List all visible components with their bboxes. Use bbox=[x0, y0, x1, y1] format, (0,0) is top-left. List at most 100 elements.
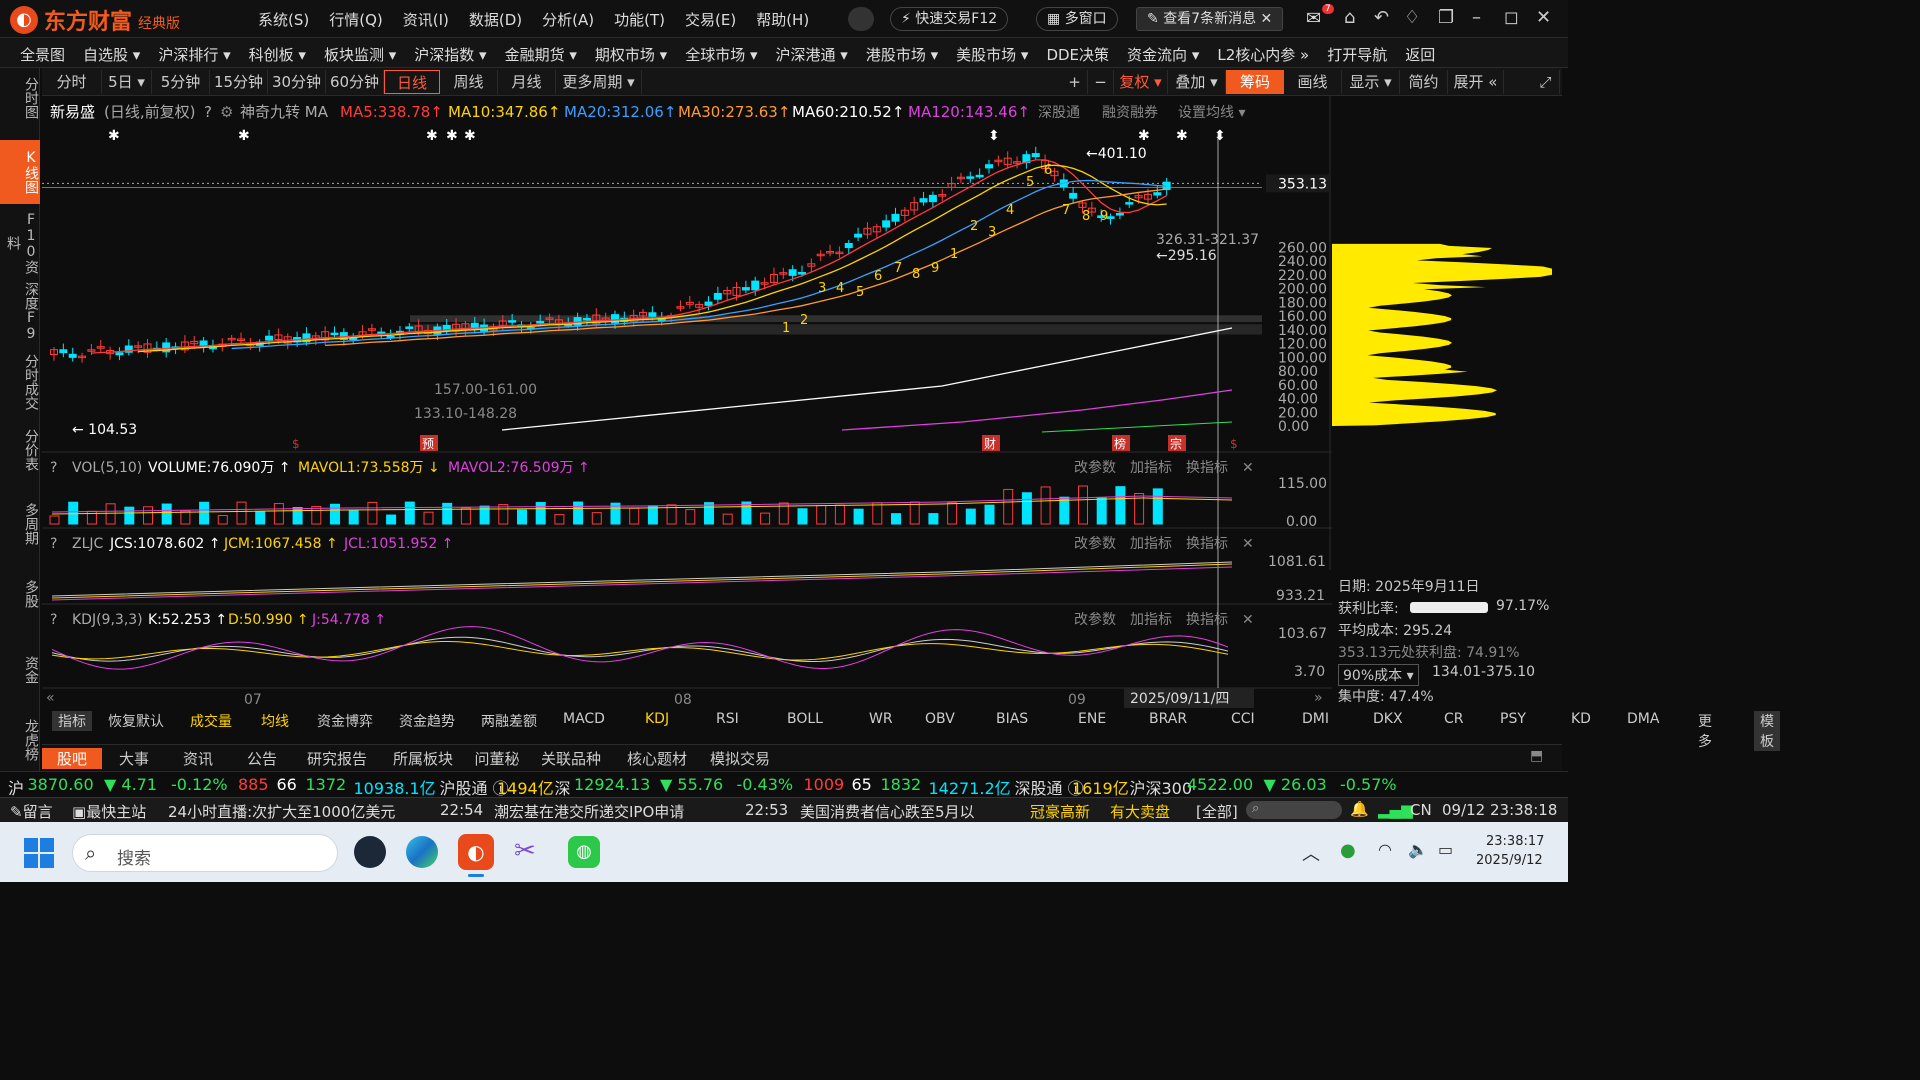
top-menu-item[interactable]: 分析(A) bbox=[542, 9, 594, 30]
indicator-tab[interactable]: OBV bbox=[925, 711, 955, 727]
indicator-tab[interactable]: 模板 bbox=[1754, 711, 1780, 751]
scroll-left-icon[interactable]: « bbox=[46, 690, 55, 706]
indicator-tab[interactable]: RSI bbox=[716, 711, 739, 727]
panel-action-link[interactable]: 改参数 bbox=[1074, 611, 1116, 628]
indicator-tab[interactable]: 指标 bbox=[52, 711, 92, 731]
event-marker[interactable]: 预 bbox=[420, 435, 438, 451]
snipping-tool-icon[interactable]: ✂ bbox=[514, 836, 546, 868]
bell-icon[interactable]: 🔔 bbox=[1350, 800, 1369, 818]
indicator-tab[interactable]: 资金博弈 bbox=[317, 711, 373, 731]
top-menu-item[interactable]: 交易(E) bbox=[685, 9, 736, 30]
taskbar-search-input[interactable]: ⌕ 搜索 bbox=[72, 834, 338, 872]
nav-item[interactable]: 返回 bbox=[1405, 44, 1435, 65]
panel-action-link[interactable]: 换指标 bbox=[1186, 611, 1228, 628]
dollar-marker[interactable]: $ bbox=[292, 437, 300, 451]
robot-icon[interactable] bbox=[848, 7, 874, 31]
indicator-tab[interactable]: CCI bbox=[1231, 711, 1255, 727]
news-tab[interactable]: 问董秘 bbox=[466, 748, 528, 769]
sidebar-tab[interactable]: 分时成交 bbox=[0, 350, 40, 414]
nav-item[interactable]: 板块监测 ▾ bbox=[324, 44, 396, 65]
news-tab[interactable]: 公告 bbox=[230, 748, 294, 769]
indicator-tab[interactable]: 成交量 bbox=[190, 711, 232, 731]
period-button[interactable]: 30分钟 bbox=[268, 70, 326, 94]
news-tab[interactable]: 核心题材 bbox=[614, 748, 700, 769]
panel-action-link[interactable]: 换指标 bbox=[1186, 459, 1228, 476]
news-tab[interactable]: 关联品种 bbox=[528, 748, 614, 769]
sidebar-tab[interactable]: 分价表 bbox=[0, 420, 40, 480]
message-link[interactable]: ✎留言 bbox=[10, 801, 53, 822]
maximize-icon[interactable]: ◻ bbox=[1504, 7, 1519, 28]
indicator-tab[interactable]: BRAR bbox=[1149, 711, 1187, 727]
tray-app-icon[interactable]: ● bbox=[1340, 840, 1356, 861]
chart-area[interactable]: 新易盛 (日线,前复权)? ⚙ 神奇九转 MA MA5:338.78↑ MA10:347.… bbox=[42, 96, 1550, 710]
news-tab[interactable]: 大事 bbox=[102, 748, 166, 769]
news-tab[interactable]: 研究报告 bbox=[294, 748, 380, 769]
nav-item[interactable]: 科创板 ▾ bbox=[249, 44, 306, 65]
close-icon[interactable]: ✕ bbox=[1536, 7, 1551, 28]
chart-tool-button[interactable]: 叠加 ▾ bbox=[1168, 70, 1226, 94]
scroll-right-icon[interactable]: » bbox=[1314, 690, 1323, 706]
indicator-tab[interactable]: WR bbox=[869, 711, 893, 727]
sidebar-tab[interactable]: 多股 bbox=[0, 564, 40, 624]
period-button[interactable]: 周线 bbox=[440, 70, 498, 94]
sidebar-tab[interactable]: 多周期 bbox=[0, 494, 40, 554]
sidebar-tab[interactable]: K线图 bbox=[0, 140, 40, 204]
panel-action-link[interactable]: 改参数 bbox=[1074, 535, 1116, 552]
indicator-tab[interactable]: 均线 bbox=[261, 711, 289, 731]
chart-tool-button[interactable]: 筹码 bbox=[1226, 70, 1284, 94]
battery-icon[interactable]: ▭ bbox=[1438, 840, 1453, 859]
panel-close-icon[interactable]: ✕ bbox=[1242, 612, 1254, 628]
chart-header-text[interactable]: ⚙ bbox=[220, 103, 233, 121]
nav-item[interactable]: 沪深排行 ▾ bbox=[158, 44, 230, 65]
multi-window-button[interactable]: ▦ 多窗口 bbox=[1036, 7, 1118, 31]
nav-item[interactable]: L2核心内参 » bbox=[1217, 44, 1309, 65]
server-link[interactable]: ▣最快主站 bbox=[72, 801, 146, 822]
chart-tool-button[interactable]: 复权 ▾ bbox=[1114, 70, 1168, 94]
chart-tool-button[interactable]: 简约 bbox=[1400, 70, 1448, 94]
shirt-icon[interactable]: ♢ bbox=[1404, 7, 1420, 28]
news-item-2[interactable]: 潮宏基在港交所递交IPO申请 bbox=[494, 801, 684, 822]
ma-extra-link[interactable]: 融资融券 bbox=[1102, 105, 1158, 121]
edge-icon[interactable] bbox=[406, 836, 438, 868]
chart-tool-button[interactable]: 展开 « bbox=[1448, 70, 1504, 94]
volume-icon[interactable]: 🔈 bbox=[1408, 840, 1428, 859]
indicator-tab[interactable]: KDJ bbox=[645, 711, 669, 727]
indicator-tab[interactable]: 恢复默认 bbox=[108, 711, 164, 731]
news-item-3[interactable]: 美国消费者信心跌至5月以 bbox=[800, 801, 975, 822]
cost-select[interactable]: 90%成本 ▾ bbox=[1338, 664, 1419, 686]
ma-extra-link[interactable]: 深股通 bbox=[1038, 105, 1080, 121]
period-button[interactable]: 更多周期 ▾ bbox=[556, 70, 642, 94]
dollar-marker[interactable]: $ bbox=[1230, 437, 1238, 451]
minimize-icon[interactable]: – bbox=[1472, 7, 1481, 28]
nav-item[interactable]: 资金流向 ▾ bbox=[1127, 44, 1199, 65]
indicator-tab[interactable]: KD bbox=[1571, 711, 1591, 727]
panel-action-link[interactable]: 换指标 bbox=[1186, 535, 1228, 552]
nav-item[interactable]: 美股市场 ▾ bbox=[956, 44, 1028, 65]
nav-item[interactable]: 期权市场 ▾ bbox=[595, 44, 667, 65]
indicator-tab[interactable]: DKX bbox=[1373, 711, 1403, 727]
ticker-search-input[interactable]: ⌕ bbox=[1246, 801, 1342, 819]
indicator-tab[interactable]: MACD bbox=[563, 711, 605, 727]
panel-toggle-icon[interactable]: ⬒ bbox=[1530, 748, 1543, 764]
indicator-tab[interactable]: BOLL bbox=[787, 711, 823, 727]
wifi-icon[interactable]: ◠ bbox=[1378, 840, 1392, 859]
period-button[interactable]: 60分钟 bbox=[326, 70, 384, 94]
panel-action-link[interactable]: 改参数 bbox=[1074, 459, 1116, 476]
news-notice-button[interactable]: ✎ 查看7条新消息 ✕ bbox=[1136, 7, 1284, 31]
panel-action-link[interactable]: 加指标 bbox=[1130, 460, 1172, 476]
chart-tool-button[interactable]: 画线 bbox=[1284, 70, 1342, 94]
top-menu-item[interactable]: 资讯(I) bbox=[403, 9, 449, 30]
nav-item[interactable]: 全球市场 ▾ bbox=[685, 44, 757, 65]
top-menu-item[interactable]: 行情(Q) bbox=[329, 9, 383, 30]
event-marker[interactable]: 宗 bbox=[1168, 435, 1186, 451]
windows-start-icon[interactable] bbox=[24, 838, 54, 868]
event-marker[interactable]: 财 bbox=[982, 435, 1000, 451]
nav-item[interactable]: DDE决策 bbox=[1046, 44, 1109, 65]
top-menu-item[interactable]: 功能(T) bbox=[614, 9, 665, 30]
eastmoney-taskbar-icon[interactable]: ◐ bbox=[458, 834, 494, 870]
sidebar-tab[interactable]: F10资料 bbox=[0, 212, 40, 274]
sidebar-tab[interactable]: 分时图 bbox=[0, 70, 40, 126]
panel-action-link[interactable]: 加指标 bbox=[1130, 536, 1172, 552]
news-tab[interactable]: 所属板块 bbox=[380, 748, 466, 769]
indicator-tab[interactable]: 资金趋势 bbox=[399, 711, 455, 731]
